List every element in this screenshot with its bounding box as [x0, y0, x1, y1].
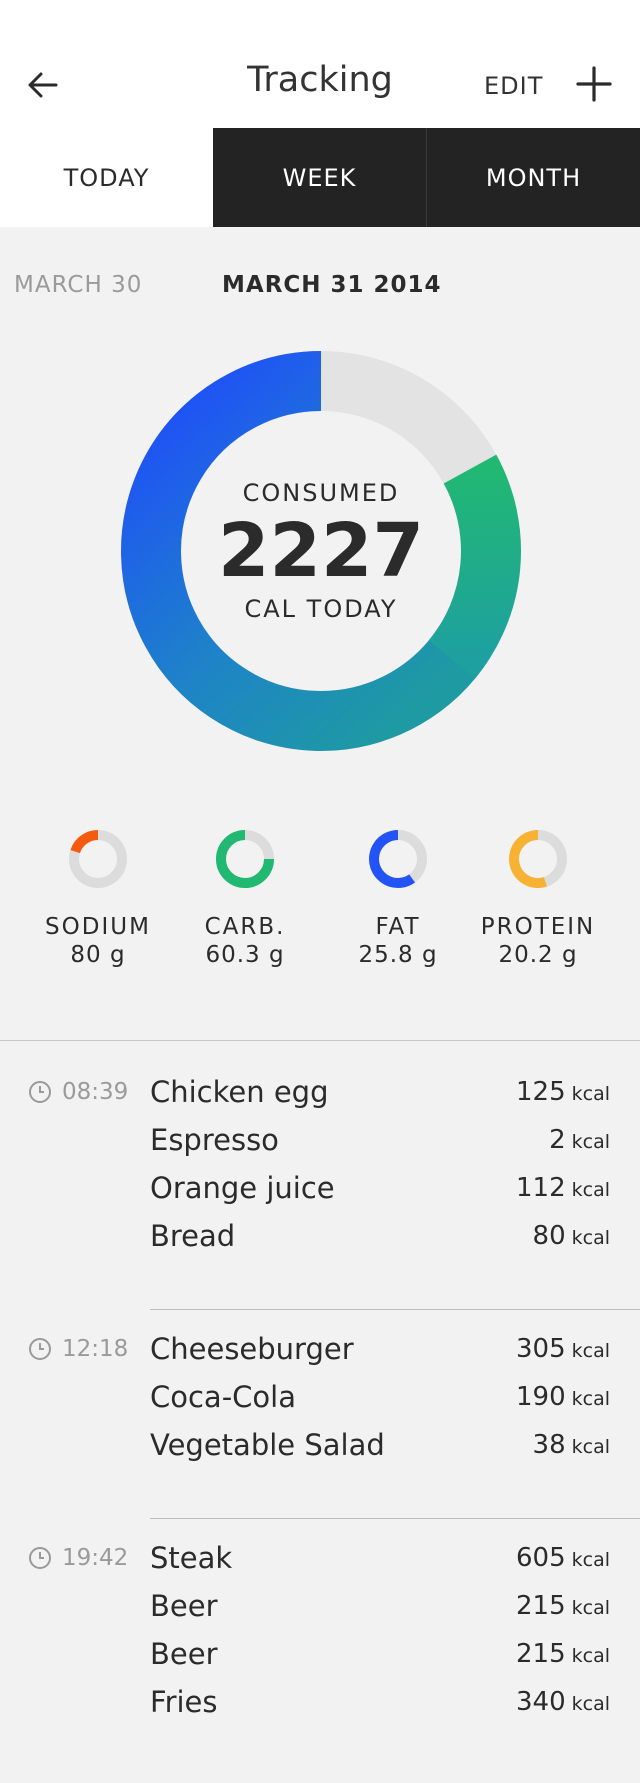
previous-date[interactable]: MARCH 30 — [14, 272, 142, 298]
meal-time: 12:18 — [28, 1325, 128, 1373]
calories-value: 2227 — [218, 508, 424, 594]
clock-icon — [29, 1081, 51, 1103]
food-kcal: 340 kcal — [515, 1687, 610, 1717]
food-name: Steak — [150, 1541, 233, 1575]
nutrient-value: 25.8 g — [358, 942, 438, 968]
food-name: Chicken egg — [150, 1075, 329, 1109]
carb-ring — [216, 830, 274, 888]
nutrient-name: CARB. — [204, 914, 286, 940]
sodium-ring — [69, 830, 127, 888]
tab-week[interactable]: WEEK — [213, 128, 426, 227]
nutrient-carb[interactable]: CARB. 60.3 g — [165, 828, 325, 968]
food-name: Coca-Cola — [150, 1380, 296, 1414]
plus-icon — [576, 66, 612, 102]
nutrient-protein[interactable]: PROTEIN 20.2 g — [458, 828, 618, 968]
edit-button[interactable]: EDIT — [484, 72, 543, 100]
protein-ring — [509, 830, 567, 888]
clock-icon — [29, 1338, 51, 1360]
food-kcal: 305 kcal — [515, 1334, 610, 1364]
meal-divider — [150, 1518, 640, 1519]
nutrient-fat[interactable]: FAT 25.8 g — [318, 828, 478, 968]
food-item[interactable]: Beer 215 kcal — [150, 1630, 610, 1678]
meal-time-label: 19:42 — [62, 1545, 129, 1571]
food-kcal: 112 kcal — [515, 1173, 610, 1203]
meal-divider — [150, 1309, 640, 1310]
food-name: Espresso — [150, 1123, 279, 1157]
nutrients-row: SODIUM 80 g CARB. 60.3 g FAT 25.8 g PROT… — [0, 828, 640, 978]
current-date: MARCH 31 2014 — [222, 272, 442, 298]
food-item[interactable]: Cheeseburger 305 kcal — [150, 1325, 610, 1373]
food-kcal: 125 kcal — [515, 1077, 610, 1107]
clock-icon — [29, 1547, 51, 1569]
food-item[interactable]: Vegetable Salad 38 kcal — [150, 1421, 610, 1469]
meal-time-label: 08:39 — [62, 1079, 129, 1105]
food-item[interactable]: Chicken egg 125 kcal — [150, 1068, 610, 1116]
food-kcal: 80 kcal — [532, 1221, 610, 1251]
food-item[interactable]: Coca-Cola 190 kcal — [150, 1373, 610, 1421]
tab-today[interactable]: TODAY — [0, 128, 213, 227]
page-title: Tracking — [247, 60, 393, 100]
cal-today-label: CAL TODAY — [244, 595, 398, 623]
food-kcal: 190 kcal — [515, 1382, 610, 1412]
food-name: Beer — [150, 1589, 218, 1623]
food-item[interactable]: Fries 340 kcal — [150, 1678, 610, 1726]
food-kcal: 38 kcal — [532, 1430, 610, 1460]
food-name: Fries — [150, 1685, 218, 1719]
food-name: Orange juice — [150, 1171, 335, 1205]
food-item[interactable]: Beer 215 kcal — [150, 1582, 610, 1630]
consumed-label: CONSUMED — [242, 479, 400, 507]
food-item[interactable]: Steak 605 kcal — [150, 1534, 610, 1582]
calories-summary: CONSUMED 2227 CAL TODAY — [120, 350, 522, 752]
tab-month[interactable]: MONTH — [426, 128, 640, 227]
nutrient-value: 60.3 g — [205, 942, 285, 968]
app-header: Tracking EDIT — [0, 0, 640, 128]
food-item[interactable]: Orange juice 112 kcal — [150, 1164, 610, 1212]
date-selector: MARCH 30 MARCH 31 2014 — [0, 268, 640, 304]
food-item[interactable]: Espresso 2 kcal — [150, 1116, 610, 1164]
nutrient-sodium[interactable]: SODIUM 80 g — [18, 828, 178, 968]
food-kcal: 215 kcal — [515, 1591, 610, 1621]
nutrient-ring-arc — [70, 830, 99, 854]
period-tabs: TODAY WEEK MONTH — [0, 128, 640, 227]
food-item[interactable]: Bread 80 kcal — [150, 1212, 610, 1260]
food-kcal: 215 kcal — [515, 1639, 610, 1669]
section-divider — [0, 1040, 640, 1041]
nutrient-name: PROTEIN — [480, 914, 596, 940]
add-button[interactable] — [574, 64, 614, 104]
fat-ring — [369, 830, 427, 888]
nutrient-name: SODIUM — [45, 914, 151, 940]
meal-time-label: 12:18 — [62, 1336, 129, 1362]
meal-time: 08:39 — [28, 1068, 128, 1116]
meal-time: 19:42 — [28, 1534, 128, 1582]
calories-ring: CONSUMED 2227 CAL TODAY — [120, 350, 522, 752]
nutrient-ring-arc — [509, 830, 547, 888]
nutrient-ring-arc — [369, 830, 416, 888]
nutrient-name: FAT — [375, 914, 421, 940]
food-kcal: 2 kcal — [549, 1125, 610, 1155]
food-name: Vegetable Salad — [150, 1428, 385, 1462]
nutrient-value: 80 g — [70, 942, 126, 968]
food-name: Bread — [150, 1219, 236, 1253]
food-kcal: 605 kcal — [515, 1543, 610, 1573]
nutrient-value: 20.2 g — [498, 942, 578, 968]
food-name: Beer — [150, 1637, 218, 1671]
food-name: Cheeseburger — [150, 1332, 354, 1366]
